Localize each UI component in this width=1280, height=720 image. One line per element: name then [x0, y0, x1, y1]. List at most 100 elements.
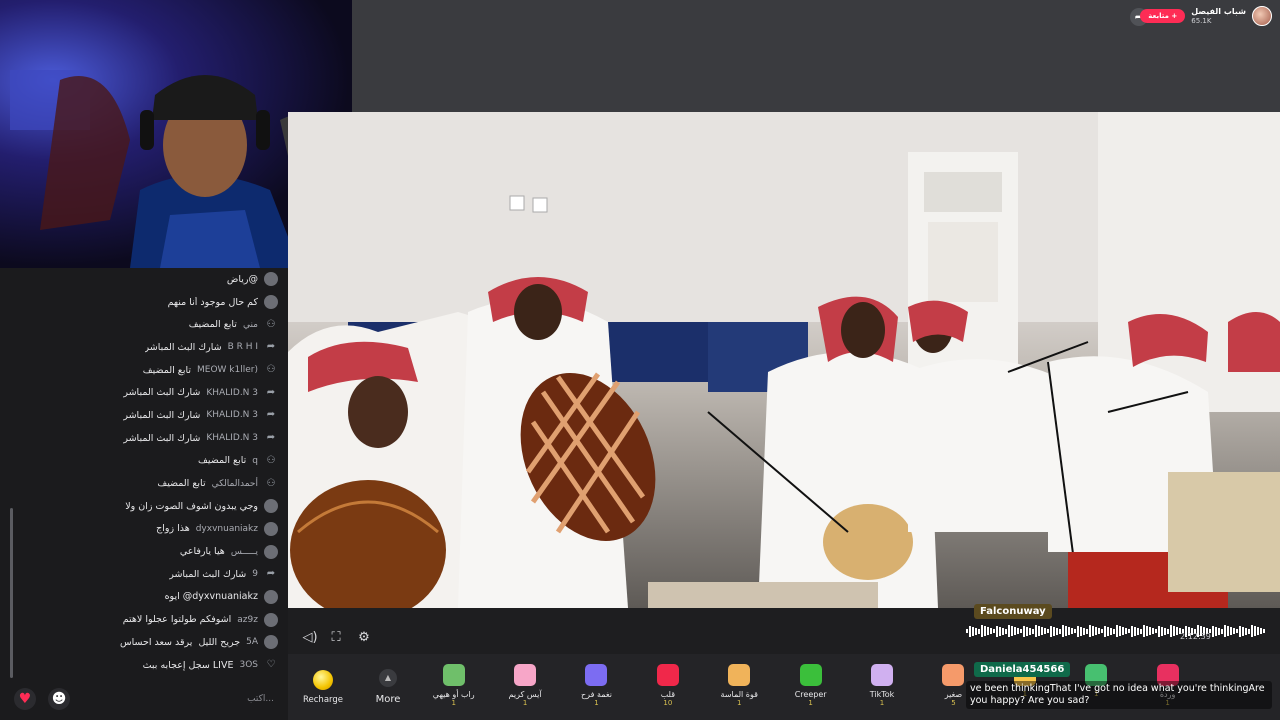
gift-item[interactable]: TikTok 1: [846, 654, 917, 720]
chat-message-text: هيا يارفاعي: [179, 546, 225, 558]
chat-message-text: جريح الليل: [198, 636, 241, 648]
person-add-icon: ⚇: [266, 477, 276, 489]
chat-username[interactable]: KHALID.N 3: [206, 433, 258, 443]
chat-message-text: تابع المضيف: [142, 364, 192, 376]
recharge-label: Recharge: [303, 694, 343, 705]
chat-message-text: تابع المضيف: [198, 455, 247, 467]
chat-message: @رياض: [8, 268, 280, 291]
chat-message: تابع المضيف MEOW k1ller) ⚇: [8, 359, 280, 382]
gift-item[interactable]: راب أو هيهي 1: [418, 654, 489, 720]
chat-input-bar: ♥ ☻ اكتب...: [14, 686, 280, 712]
user-avatar[interactable]: [264, 272, 278, 287]
chat-input[interactable]: اكتب...: [82, 694, 280, 704]
chat-username[interactable]: أحمدالمالكي: [212, 479, 258, 489]
chat-message-text: شارك البث المباشر: [123, 432, 201, 444]
like-button[interactable]: ♥: [14, 688, 36, 710]
chat-username[interactable]: az9z: [237, 615, 258, 625]
overlay-username-2[interactable]: Daniela454566: [974, 662, 1071, 677]
heart-outline-icon: ♡: [266, 659, 276, 671]
volume-icon[interactable]: ◁): [300, 628, 320, 648]
more-gifts-button[interactable]: ▲ More: [358, 654, 418, 720]
user-avatar[interactable]: [264, 295, 278, 310]
follow-button[interactable]: + متابعة: [1140, 9, 1186, 23]
gift-icon: [585, 664, 608, 686]
gift-price: 1: [737, 699, 742, 707]
chat-message: dyxvnuaniakz@ ايوه: [8, 586, 280, 609]
chat-message-text: شارك البث المباشر: [123, 387, 201, 399]
chat-message-text: وجي يبدون اشوف الصوت زان ولا: [125, 500, 258, 512]
chat-message: هذا زواج dyxvnuaniakz: [8, 518, 280, 541]
chat-message-text: LIVE سجل إعجابه ببث: [142, 659, 234, 671]
host-chip[interactable]: شباب الفيصل 65.1K + متابعة: [1140, 6, 1272, 26]
chat-username[interactable]: يـــــس: [231, 547, 258, 557]
gift-price: 10: [663, 699, 673, 707]
gift-item[interactable]: نغمة فرح 1: [561, 654, 632, 720]
user-avatar[interactable]: [264, 589, 278, 604]
host-avatar[interactable]: [1252, 6, 1272, 26]
chat-username[interactable]: KHALID.N 3: [206, 410, 258, 420]
gift-item[interactable]: Creeper 1: [775, 654, 846, 720]
chat-message: شارك البث المباشر KHALID.N 3 ➦: [8, 427, 280, 450]
user-avatar[interactable]: [264, 499, 278, 514]
gift-item[interactable]: آيس كريم 1: [489, 654, 560, 720]
gift-name: قلب: [660, 690, 676, 699]
user-avatar[interactable]: [264, 635, 278, 650]
chat-username[interactable]: مني: [243, 320, 258, 330]
gift-icon: [942, 664, 965, 686]
gift-item[interactable]: قلب 10: [632, 654, 703, 720]
chat-message-text: هذا زواج: [156, 523, 190, 535]
emoji-button[interactable]: ☻: [48, 688, 70, 710]
more-label: More: [375, 694, 401, 705]
gift-name: TikTok: [869, 690, 895, 699]
chat-message: يرقد سعد احساس جريح الليل 5A: [8, 631, 280, 654]
chat-message-text: كم حال موجود أنا منهم: [167, 296, 258, 308]
chat-message-text: شارك البث المباشر: [169, 568, 247, 580]
chat-message: وجي يبدون اشوف الصوت زان ولا: [8, 495, 280, 518]
gift-price: 1: [879, 699, 885, 707]
chat-message-text: dyxvnuaniakz@ ايوه: [164, 591, 258, 603]
timecode: 2:12:39: [1180, 632, 1211, 641]
chat-message-text: تابع المضيف: [157, 478, 206, 490]
user-avatar[interactable]: [264, 544, 278, 559]
chat-message-text: تابع المضيف: [188, 319, 237, 331]
chat-message: هيا يارفاعي يـــــس: [8, 540, 280, 563]
gift-item[interactable]: قوة الماسة 1: [704, 654, 775, 720]
user-avatar[interactable]: [264, 521, 278, 536]
fullscreen-icon[interactable]: ⛶: [326, 628, 346, 648]
chat-username[interactable]: 9: [252, 569, 258, 579]
gift-name: صغير: [944, 690, 963, 699]
viewer-count: 65.1K: [1191, 17, 1212, 25]
gift-name: نغمة فرح: [581, 690, 612, 699]
chat-message-text: @رياض: [226, 273, 258, 285]
chat-list: @رياض كم حال موجود أنا منهم تابع المضيف مني…: [8, 268, 280, 676]
chat-message: شارك البث المباشر B R H I ➦: [8, 336, 280, 359]
settings-icon[interactable]: ⚙: [354, 628, 374, 648]
user-avatar[interactable]: [264, 612, 278, 627]
overlay-username[interactable]: Falconuway: [974, 604, 1052, 619]
chat-username[interactable]: MEOW k1ller): [197, 365, 258, 375]
gift-price: 1: [522, 699, 528, 707]
chat-message: تابع المضيف q ⚇: [8, 450, 280, 473]
share-icon: ➦: [266, 341, 276, 353]
chat-message: شارك البث المباشر KHALID.N 3 ➦: [8, 404, 280, 427]
chat-username[interactable]: q: [252, 456, 258, 466]
gift-price: 5: [951, 699, 956, 707]
chat-username[interactable]: KHALID.N 3: [206, 388, 258, 398]
gift-icon: [728, 664, 751, 686]
share-icon: ➦: [266, 568, 276, 580]
stream-video-image: [288, 112, 1280, 608]
gift-icon: [656, 664, 679, 686]
chat-username[interactable]: 5A: [246, 637, 258, 647]
stream-header: ➦ شباب الفيصل 65.1K + متابعة: [352, 0, 1280, 112]
gift-name: راب أو هيهي: [432, 690, 475, 699]
chat-username[interactable]: 3OS: [239, 660, 258, 670]
chat-message: تابع المضيف مني ⚇: [8, 313, 280, 336]
chat-username[interactable]: B R H I: [228, 342, 258, 352]
person-add-icon: ⚇: [266, 364, 276, 376]
chat-message: LIVE سجل إعجابه ببث 3OS ♡: [8, 654, 280, 677]
recharge-button[interactable]: Recharge: [288, 654, 358, 720]
stream-video[interactable]: [288, 112, 1280, 608]
chat-message: اشوفكم طولتوا عجلوا لاهتم az9z: [8, 608, 280, 631]
chat-username[interactable]: dyxvnuaniakz: [196, 524, 258, 534]
gift-price: 1: [808, 699, 813, 707]
